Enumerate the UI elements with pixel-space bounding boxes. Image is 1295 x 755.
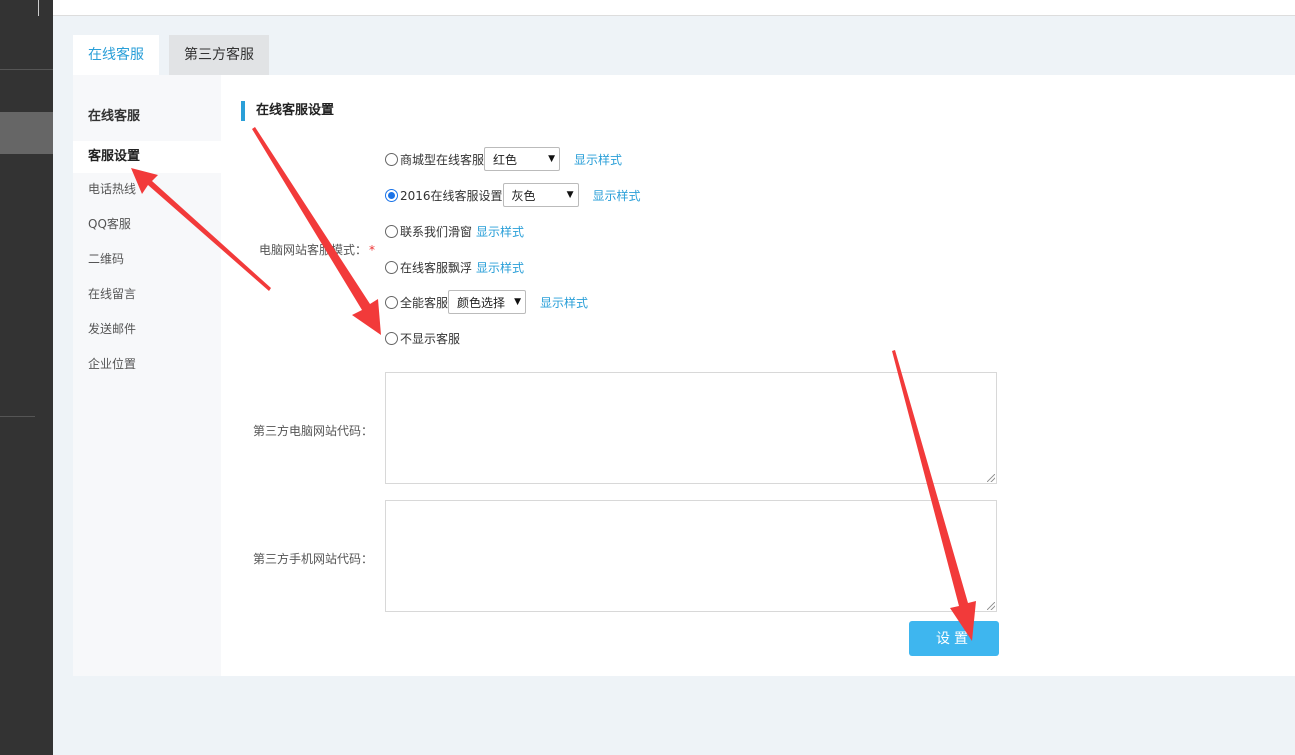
option-2016-service: 2016在线客服设置 灰色 ▼ 显示样式 [385, 183, 641, 207]
sub-nav: 在线客服 客服设置 电话热线 QQ客服 二维码 在线留言 发送邮件 企业位置 [73, 75, 221, 676]
sub-nav-item-qrcode[interactable]: 二维码 [73, 243, 221, 275]
mode-label-text: 电脑网站客服模式： [259, 243, 368, 257]
mode-label: 电脑网站客服模式： * [259, 241, 375, 258]
option-label: 全能客服 [400, 295, 449, 310]
top-bar [38, 0, 1295, 16]
preview-style-link[interactable]: 显示样式 [593, 187, 641, 204]
option-contact-slide: 联系我们滑窗 显示样式 [385, 219, 524, 243]
required-mark: * [369, 243, 376, 257]
option-all-round-service: 全能客服 颜色选择 ▼ 显示样式 [385, 290, 588, 314]
resize-handle-icon[interactable] [987, 474, 995, 482]
option-label: 联系我们滑窗 [400, 224, 473, 239]
option-label: 在线客服飘浮 [400, 260, 473, 275]
option-label: 商城型在线客服 [400, 152, 485, 167]
preview-style-link[interactable]: 显示样式 [476, 259, 524, 276]
sub-nav-item-qq[interactable]: QQ客服 [73, 208, 221, 240]
radio-2016-service[interactable] [385, 188, 398, 202]
pc-code-label: 第三方电脑网站代码： [253, 424, 374, 438]
option-hide-service: 不显示客服 [385, 326, 460, 350]
sub-nav-item-service-settings[interactable]: 客服设置 [73, 141, 221, 173]
option-mall-service: 商城型在线客服 红色 ▼ 显示样式 [385, 147, 622, 171]
radio-floating-service[interactable] [385, 260, 398, 274]
color-select-mall[interactable]: 红色 ▼ [484, 147, 561, 171]
preview-style-link[interactable]: 显示样式 [476, 223, 524, 240]
select-value: 灰色 [511, 188, 536, 203]
radio-contact-slide[interactable] [385, 224, 398, 238]
sidebar-divider [0, 69, 53, 70]
mobile-code-textarea[interactable] [385, 500, 997, 612]
sub-nav-item-location[interactable]: 企业位置 [73, 348, 221, 380]
sidebar-divider [0, 416, 35, 417]
option-label: 2016在线客服设置 [400, 188, 503, 203]
option-label: 不显示客服 [400, 331, 461, 346]
chevron-down-icon: ▼ [548, 154, 556, 164]
app-sidebar [0, 0, 53, 755]
sub-nav-heading: 在线客服 [88, 109, 141, 124]
color-select-all-round[interactable]: 颜色选择 ▼ [448, 290, 527, 314]
sidebar-active-item[interactable] [0, 112, 53, 154]
select-value: 颜色选择 [457, 295, 506, 310]
preview-style-link[interactable]: 显示样式 [574, 151, 622, 168]
select-value: 红色 [493, 152, 518, 167]
radio-all-round-service[interactable] [385, 295, 398, 309]
submit-button[interactable]: 设置 [909, 621, 999, 656]
chevron-down-icon: ▼ [566, 190, 574, 200]
sub-nav-item-hotline[interactable]: 电话热线 [73, 173, 221, 205]
radio-mall-service[interactable] [385, 152, 398, 166]
preview-style-link[interactable]: 显示样式 [540, 294, 588, 311]
chevron-down-icon: ▼ [514, 297, 522, 307]
tab-third-party-service[interactable]: 第三方客服 [169, 35, 269, 75]
main-panel: 在线客服 客服设置 电话热线 QQ客服 二维码 在线留言 发送邮件 企业位置 在… [73, 75, 1295, 676]
top-bar-divider [38, 0, 39, 16]
resize-handle-icon[interactable] [987, 602, 995, 610]
tab-online-service[interactable]: 在线客服 [73, 35, 159, 75]
radio-hide-service[interactable] [385, 331, 398, 345]
pc-code-textarea[interactable] [385, 372, 997, 484]
mobile-code-label: 第三方手机网站代码： [253, 552, 374, 566]
section-title: 在线客服设置 [241, 101, 441, 121]
sub-nav-item-message[interactable]: 在线留言 [73, 278, 221, 310]
color-select-2016[interactable]: 灰色 ▼ [502, 183, 579, 207]
option-floating-service: 在线客服飘浮 显示样式 [385, 255, 524, 279]
sub-nav-item-email[interactable]: 发送邮件 [73, 313, 221, 345]
